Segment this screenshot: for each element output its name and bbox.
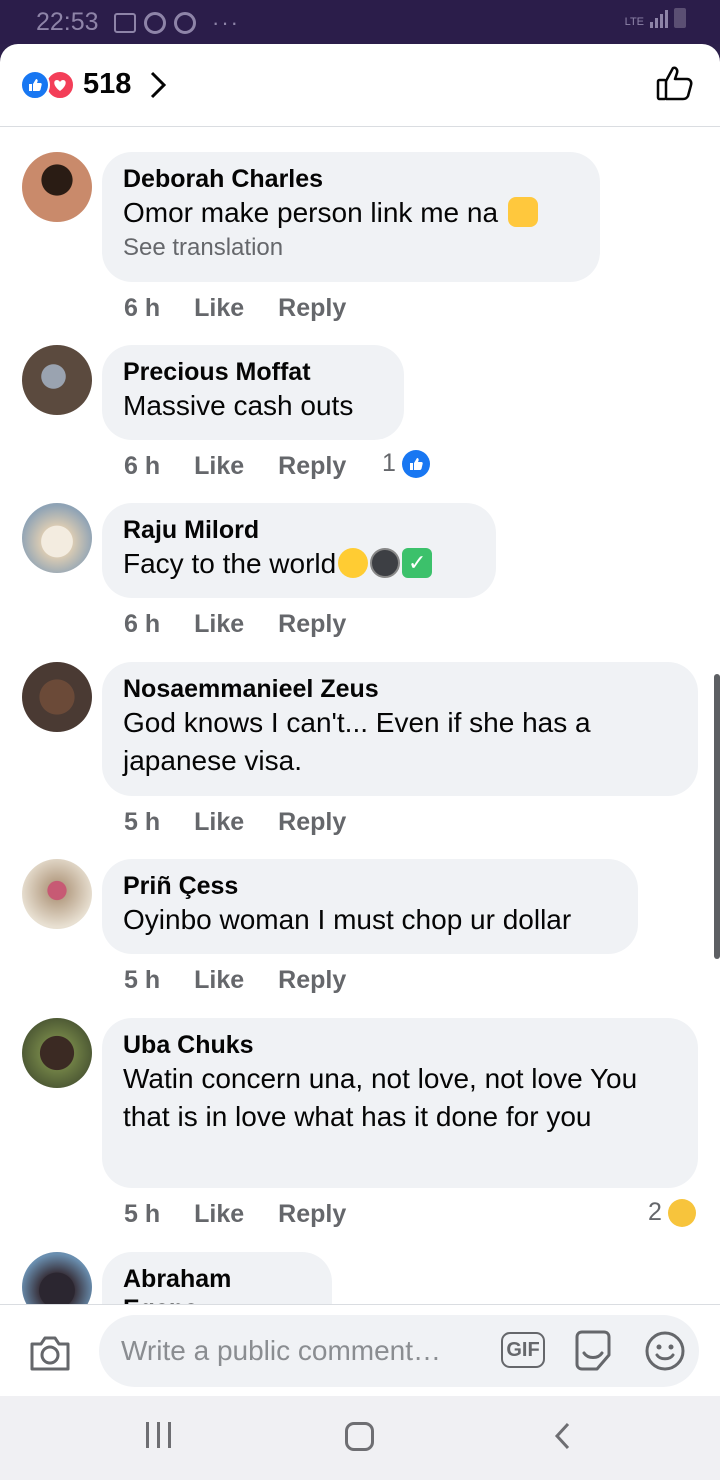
comment-text: Omor make person link me na	[123, 197, 499, 228]
reaction-count-badge[interactable]: 2	[648, 1198, 696, 1227]
camera-button[interactable]	[28, 1333, 72, 1378]
like-button[interactable]: Like	[194, 610, 244, 639]
like-post-button[interactable]	[656, 64, 694, 107]
comment-bubble: Raju Milord Facy to the world ✓	[102, 503, 496, 598]
sticker-icon	[575, 1330, 611, 1371]
like-reaction-icon	[401, 449, 430, 478]
reaction-count: 518	[83, 68, 132, 100]
gallery-notification-icon	[114, 13, 136, 33]
avatar[interactable]	[22, 152, 92, 222]
sticker-button[interactable]	[571, 1329, 615, 1378]
commenter-name[interactable]: Uba Chuks	[123, 1030, 677, 1060]
gif-button[interactable]: GIF	[501, 1332, 545, 1368]
see-translation-link[interactable]: See translation	[123, 232, 579, 264]
back-button[interactable]	[552, 1420, 572, 1457]
palms-up-emoji	[507, 196, 538, 227]
comment-time: 5 h	[124, 1200, 161, 1228]
smiley-icon	[645, 1331, 685, 1371]
like-button[interactable]: Like	[194, 966, 244, 995]
comment-time: 6 h	[124, 610, 161, 638]
like-button[interactable]: Like	[194, 808, 244, 837]
back-icon	[554, 1422, 570, 1450]
reply-button[interactable]: Reply	[278, 610, 346, 639]
reply-button[interactable]: Reply	[278, 966, 346, 995]
laughing-face-emoji	[667, 1198, 696, 1227]
new-moon-emoji	[370, 547, 401, 578]
comment-text: God knows I can't... Even if she has a j…	[123, 707, 591, 776]
recent-apps-button[interactable]	[146, 1422, 171, 1448]
reactions-header: 518	[0, 44, 720, 127]
comment-text: Massive cash outs	[123, 390, 354, 421]
battery-icon	[674, 8, 686, 28]
scrollbar[interactable]	[714, 674, 720, 959]
commenter-name[interactable]: Deborah Charles	[123, 164, 579, 194]
like-button[interactable]: Like	[194, 1200, 244, 1229]
comment-bubble: Precious Moffat Massive cash outs	[102, 345, 404, 440]
comment-time: 6 h	[124, 452, 161, 480]
reply-button[interactable]: Reply	[278, 294, 346, 323]
comment-time: 5 h	[124, 808, 161, 836]
comments-sheet: 518 Deborah Charles Omor make person lin…	[0, 44, 720, 1396]
reply-button[interactable]: Reply	[278, 808, 346, 837]
avatar[interactable]	[22, 859, 92, 929]
status-bar: 22:53 ··· LTE	[0, 0, 720, 44]
avatar[interactable]	[22, 345, 92, 415]
chrome-notification-icon	[144, 12, 166, 34]
commenter-name[interactable]: Raju Milord	[123, 515, 475, 545]
comment-bubble: Deborah Charles Omor make person link me…	[102, 152, 600, 282]
comment-text: Oyinbo woman I must chop ur dollar	[123, 904, 572, 935]
comment-bubble: Nosaemmanieel Zeus God knows I can't... …	[102, 662, 698, 796]
commenter-name[interactable]: Priñ Çess	[123, 871, 617, 901]
emoji-button[interactable]	[643, 1329, 687, 1378]
comment-input-wrapper: GIF	[99, 1315, 699, 1387]
comment-composer: GIF	[0, 1304, 720, 1396]
reactions-summary[interactable]: 518	[20, 68, 167, 101]
system-nav-bar	[0, 1396, 720, 1480]
thumbs-up-icon	[656, 66, 693, 101]
comment-bubble: Priñ Çess Oyinbo woman I must chop ur do…	[102, 859, 638, 954]
signal-icon	[650, 8, 668, 28]
like-reaction-icon	[20, 69, 50, 100]
reply-button[interactable]: Reply	[278, 452, 346, 481]
home-button[interactable]	[345, 1422, 374, 1451]
more-notifications-icon: ···	[212, 10, 240, 35]
avatar[interactable]	[22, 1018, 92, 1088]
comment-input[interactable]	[121, 1315, 481, 1387]
comment-time: 5 h	[124, 966, 161, 994]
camera-icon	[30, 1336, 70, 1371]
like-button[interactable]: Like	[194, 452, 244, 481]
comment-text: Facy to the world	[123, 548, 337, 579]
comment-bubble: Uba Chuks Watin concern una, not love, n…	[102, 1018, 698, 1188]
weary-face-emoji	[338, 547, 369, 578]
reply-button[interactable]: Reply	[278, 1200, 346, 1229]
chevron-right-icon	[151, 71, 167, 98]
avatar[interactable]	[22, 503, 92, 573]
chrome-notification-icon-2	[174, 12, 196, 34]
network-type: LTE	[624, 16, 644, 28]
check-mark-emoji: ✓	[402, 547, 433, 578]
reaction-count-badge[interactable]: 1	[382, 449, 430, 478]
comment-time: 6 h	[124, 294, 161, 322]
status-time: 22:53	[36, 8, 99, 36]
commenter-name[interactable]: Nosaemmanieel Zeus	[123, 674, 677, 704]
avatar[interactable]	[22, 662, 92, 732]
commenter-name[interactable]: Precious Moffat	[123, 357, 383, 387]
comment-text: Watin concern una, not love, not love Yo…	[123, 1063, 638, 1132]
like-button[interactable]: Like	[194, 294, 244, 323]
